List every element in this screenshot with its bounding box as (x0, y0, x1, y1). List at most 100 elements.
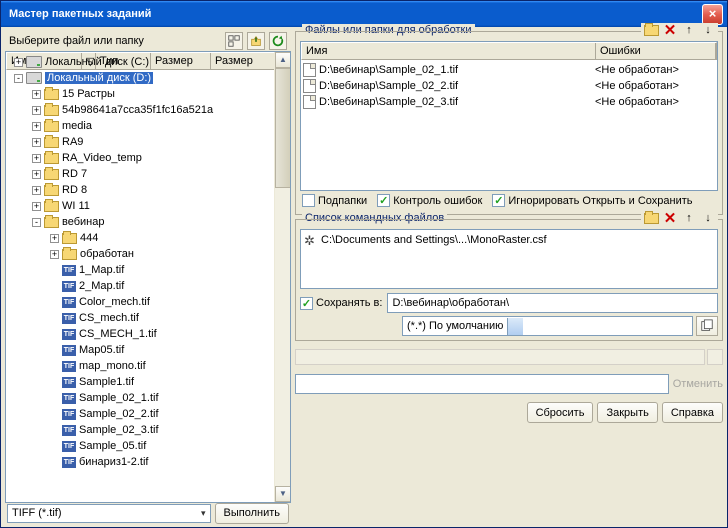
tree-item[interactable]: +RA_Video_temp (8, 150, 272, 166)
file-row[interactable]: D:\вебинар\Sample_02_3.tif<Не обработан> (303, 94, 715, 110)
scroll-thumb[interactable] (275, 68, 291, 188)
expand-icon[interactable]: + (14, 58, 23, 67)
ignore-open-save-check[interactable]: ✓Игнорировать Открыть и Сохранить (492, 194, 692, 207)
batch-wizard-window: Мастер пакетных заданий × Выберите файл … (0, 0, 728, 528)
expand-icon[interactable]: + (32, 186, 41, 195)
right-panel: ✕ ↑ ↓ Имя Ошибки D:\вебинар\Sample_02_1.… (295, 31, 723, 523)
move-up-icon[interactable]: ↑ (681, 23, 697, 37)
tree-item[interactable]: + Локальный диск (С:) (8, 54, 272, 70)
tree-item[interactable]: TIF2_Map.tif (8, 278, 272, 294)
tree-item[interactable]: +media (8, 118, 272, 134)
open-folder-icon[interactable] (643, 23, 659, 37)
page-icon (303, 95, 316, 109)
cmd-delete-icon[interactable]: ✕ (662, 211, 678, 225)
tree-item[interactable]: TIFSample1.tif (8, 374, 272, 390)
tif-icon: TIF (62, 329, 76, 340)
format-settings-icon[interactable] (696, 316, 718, 336)
tree-item[interactable]: +54b98641a7cca35f1fc16a521a (8, 102, 272, 118)
folder-icon (44, 169, 59, 180)
cmd-down-icon[interactable]: ↓ (700, 211, 716, 225)
run-button[interactable]: Выполнить (215, 503, 289, 524)
scroll-down-icon[interactable]: ▼ (275, 486, 291, 502)
drive-icon (26, 56, 42, 68)
tree-item[interactable]: +RD 8 (8, 182, 272, 198)
tree-item-label: вебинар (62, 216, 104, 228)
file-row[interactable]: D:\вебинар\Sample_02_2.tif<Не обработан> (303, 78, 715, 94)
file-tree[interactable]: Имя ▽ Тип Размер Размер +Локальный диск … (5, 51, 291, 503)
view-icon[interactable] (225, 32, 243, 50)
refresh-icon[interactable] (269, 32, 287, 50)
cmd-up-icon[interactable]: ↑ (681, 211, 697, 225)
resize-corner[interactable] (707, 349, 723, 365)
tree-item[interactable]: TIFColor_mech.tif (8, 294, 272, 310)
subfolders-check[interactable]: Подпапки (302, 194, 367, 207)
expand-icon[interactable]: + (32, 202, 41, 211)
file-name: D:\вебинар\Sample_02_2.tif (319, 80, 458, 92)
tree-item[interactable]: TIFSample_02_2.tif (8, 406, 272, 422)
tree-item[interactable]: +444 (8, 230, 272, 246)
expand-icon[interactable]: + (32, 170, 41, 179)
tif-icon: TIF (62, 441, 76, 452)
files-group: ✕ ↑ ↓ Имя Ошибки D:\вебинар\Sample_02_1.… (295, 31, 723, 215)
reset-button[interactable]: Сбросить (527, 402, 594, 423)
tree-item[interactable]: TIFSample_02_3.tif (8, 422, 272, 438)
files-list[interactable]: Имя Ошибки D:\вебинар\Sample_02_1.tif<Не… (300, 41, 718, 191)
tree-item[interactable]: TIFCS_MECH_1.tif (8, 326, 272, 342)
file-row[interactable]: D:\вебинар\Sample_02_1.tif<Не обработан> (303, 62, 715, 78)
tif-icon: TIF (62, 265, 76, 276)
tree-item[interactable]: TIFSample_02_1.tif (8, 390, 272, 406)
tree-item[interactable]: +RD 7 (8, 166, 272, 182)
expand-icon[interactable]: + (32, 122, 41, 131)
move-down-icon[interactable]: ↓ (700, 23, 716, 37)
status-input[interactable] (295, 374, 669, 394)
expand-icon[interactable]: + (32, 138, 41, 147)
format-combo[interactable]: (*.*) По умолчанию (402, 316, 693, 336)
tif-icon: TIF (62, 281, 76, 292)
expand-icon[interactable]: - (32, 218, 41, 227)
expand-icon[interactable]: + (32, 106, 41, 115)
tree-item-label: Color_mech.tif (79, 296, 150, 308)
up-folder-icon[interactable] (247, 32, 265, 50)
h-scrollbar[interactable] (295, 349, 705, 365)
scroll-up-icon[interactable]: ▲ (275, 52, 291, 68)
cmd-item[interactable]: ✲ C:\Documents and Settings\...\MonoRast… (304, 233, 714, 247)
close-button[interactable]: Закрыть (597, 402, 657, 423)
tree-scrollbar[interactable]: ▲ ▼ (274, 52, 290, 502)
expand-icon[interactable]: - (14, 74, 23, 83)
tree-item[interactable]: +15 Растры (8, 86, 272, 102)
help-button[interactable]: Справка (662, 402, 723, 423)
expand-icon[interactable]: + (32, 154, 41, 163)
files-col-name[interactable]: Имя (302, 43, 596, 59)
error-control-check[interactable]: ✓Контроль ошибок (377, 194, 482, 207)
folder-icon (44, 201, 59, 212)
tree-item[interactable]: TIFSample_05.tif (8, 438, 272, 454)
tree-item[interactable]: TIFMap05.tif (8, 342, 272, 358)
tree-item[interactable]: +WI 11 (8, 198, 272, 214)
tree-item[interactable]: TIFбинариз1-2.tif (8, 454, 272, 470)
save-to-check[interactable]: ✓Сохранять в: (300, 297, 382, 310)
tree-item[interactable]: TIFCS_mech.tif (8, 310, 272, 326)
save-path-input[interactable] (387, 293, 718, 313)
expand-icon[interactable]: + (50, 234, 59, 243)
cmd-open-icon[interactable] (643, 211, 659, 225)
tree-item[interactable]: - вебинар (8, 214, 272, 230)
page-icon (303, 79, 316, 93)
tree-item[interactable]: -Локальный диск (D:) (8, 70, 272, 86)
tree-item-label: Sample_02_3.tif (79, 424, 159, 436)
tree-item-label: Локальный диск (С:) (45, 56, 149, 68)
tree-item[interactable]: TIFmap_mono.tif (8, 358, 272, 374)
close-icon[interactable]: × (702, 4, 723, 25)
tree-item[interactable]: +RA9 (8, 134, 272, 150)
expand-icon[interactable]: + (50, 250, 59, 259)
tree-item[interactable]: TIF1_Map.tif (8, 262, 272, 278)
tree-item[interactable]: +обработан (8, 246, 272, 262)
delete-icon[interactable]: ✕ (662, 23, 678, 37)
cmd-list[interactable]: ✲ C:\Documents and Settings\...\MonoRast… (300, 229, 718, 289)
tree-item-label: CS_mech.tif (79, 312, 139, 324)
file-filter-combo[interactable]: TIFF (*.tif) (7, 504, 211, 523)
tif-icon: TIF (62, 297, 76, 308)
tree-item-label: 2_Map.tif (79, 280, 124, 292)
expand-icon[interactable]: + (32, 90, 41, 99)
tree-item-label: CS_MECH_1.tif (79, 328, 157, 340)
files-col-errors[interactable]: Ошибки (596, 43, 716, 59)
